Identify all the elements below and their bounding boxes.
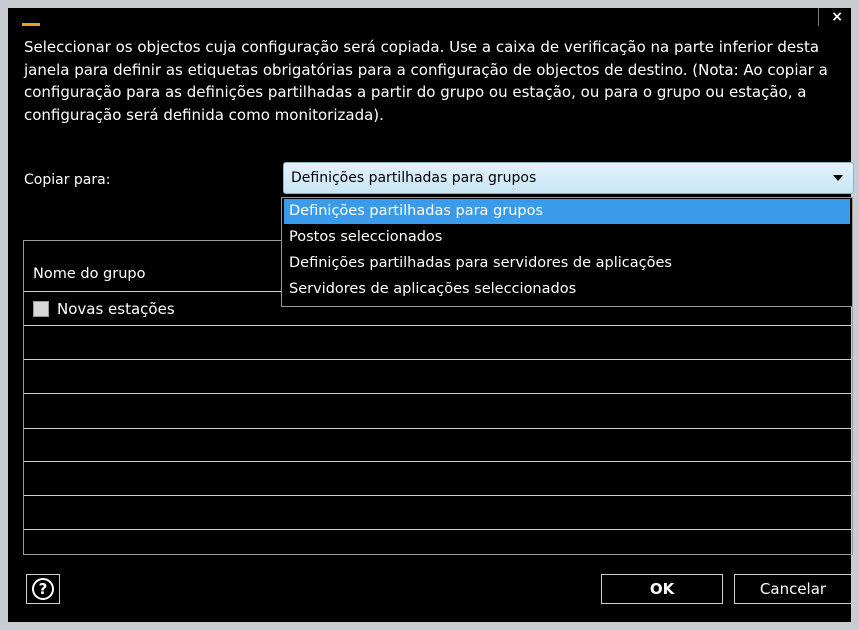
close-button[interactable]: × <box>818 8 851 26</box>
row-divider <box>24 461 852 462</box>
copy-configuration-dialog: × Seleccionar os objectos cuja configura… <box>8 8 854 622</box>
row-divider <box>24 495 852 496</box>
option-selected-app-servers[interactable]: Servidores de aplicações seleccionados <box>284 277 850 302</box>
copy-to-options-list: Definições partilhadas para grupos Posto… <box>281 197 853 307</box>
row-divider <box>24 359 852 360</box>
row-divider <box>24 393 852 394</box>
row-divider <box>24 428 852 429</box>
table-row[interactable]: Novas estações <box>33 300 175 318</box>
row-divider <box>24 325 852 326</box>
copy-to-select[interactable]: Definições partilhadas para grupos <box>283 162 854 194</box>
close-icon: × <box>831 9 843 25</box>
help-button[interactable]: ? <box>26 574 60 604</box>
new-stations-label: Novas estações <box>57 300 175 318</box>
cancel-button[interactable]: Cancelar <box>734 574 852 604</box>
dialog-description: Seleccionar os objectos cuja configuraçã… <box>24 38 828 124</box>
copy-to-selected-value: Definições partilhadas para grupos <box>291 170 537 186</box>
row-divider <box>24 529 852 530</box>
group-name-header: Nome do grupo <box>33 266 146 282</box>
chevron-down-icon <box>833 175 843 181</box>
option-shared-group-settings[interactable]: Definições partilhadas para grupos <box>284 199 850 224</box>
option-selected-stations[interactable]: Postos seleccionados <box>284 225 850 250</box>
ok-button[interactable]: OK <box>601 574 723 604</box>
option-shared-app-server-settings[interactable]: Definições partilhadas para servidores d… <box>284 251 850 276</box>
copy-to-label: Copiar para: <box>24 172 111 188</box>
new-stations-checkbox[interactable] <box>33 301 49 317</box>
help-icon: ? <box>32 578 54 600</box>
app-icon <box>22 23 40 26</box>
